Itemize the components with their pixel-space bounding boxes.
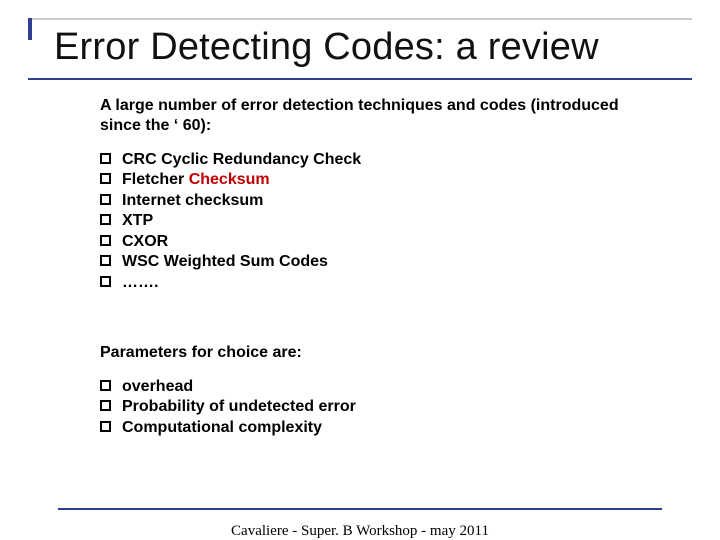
intro-paragraph: A large number of error detection techni… [100,96,650,136]
list-item: Computational complexity [100,418,650,438]
list-item: Probability of undetected error [100,397,650,417]
list-item: CXOR [100,232,650,252]
slide-body: A large number of error detection techni… [100,96,650,439]
techniques-list: CRC Cyclic Redundancy Check Fletcher Che… [100,150,650,293]
item-text: Computational complexity [122,419,322,436]
slide-title: Error Detecting Codes: a review [28,18,692,76]
list-item: Internet checksum [100,191,650,211]
params-heading: Parameters for choice are: [100,343,650,363]
footer-text: Cavaliere - Super. B Workshop - may 2011 [0,523,720,540]
item-text: CRC Cyclic Redundancy Check [122,151,361,168]
item-highlight: Checksum [189,171,270,188]
list-item: overhead [100,377,650,397]
bottom-rule [58,508,662,510]
title-rule-top [28,18,692,20]
spacer [100,311,650,343]
list-item: Fletcher Checksum [100,170,650,190]
list-item: XTP [100,211,650,231]
item-text: ……. [122,274,158,291]
title-block: Error Detecting Codes: a review [28,18,692,80]
list-item: ……. [100,273,650,293]
item-text: Internet checksum [122,192,263,209]
item-text: CXOR [122,233,168,250]
list-item: CRC Cyclic Redundancy Check [100,150,650,170]
list-item: WSC Weighted Sum Codes [100,252,650,272]
title-accent [28,18,32,40]
item-text: Probability of undetected error [122,398,356,415]
slide: Error Detecting Codes: a review A large … [0,18,720,540]
item-text: overhead [122,378,193,395]
title-rule-bottom [28,78,692,80]
item-text: XTP [122,212,153,229]
item-text: Fletcher [122,171,189,188]
params-list: overhead Probability of undetected error… [100,377,650,438]
item-text: WSC Weighted Sum Codes [122,253,328,270]
